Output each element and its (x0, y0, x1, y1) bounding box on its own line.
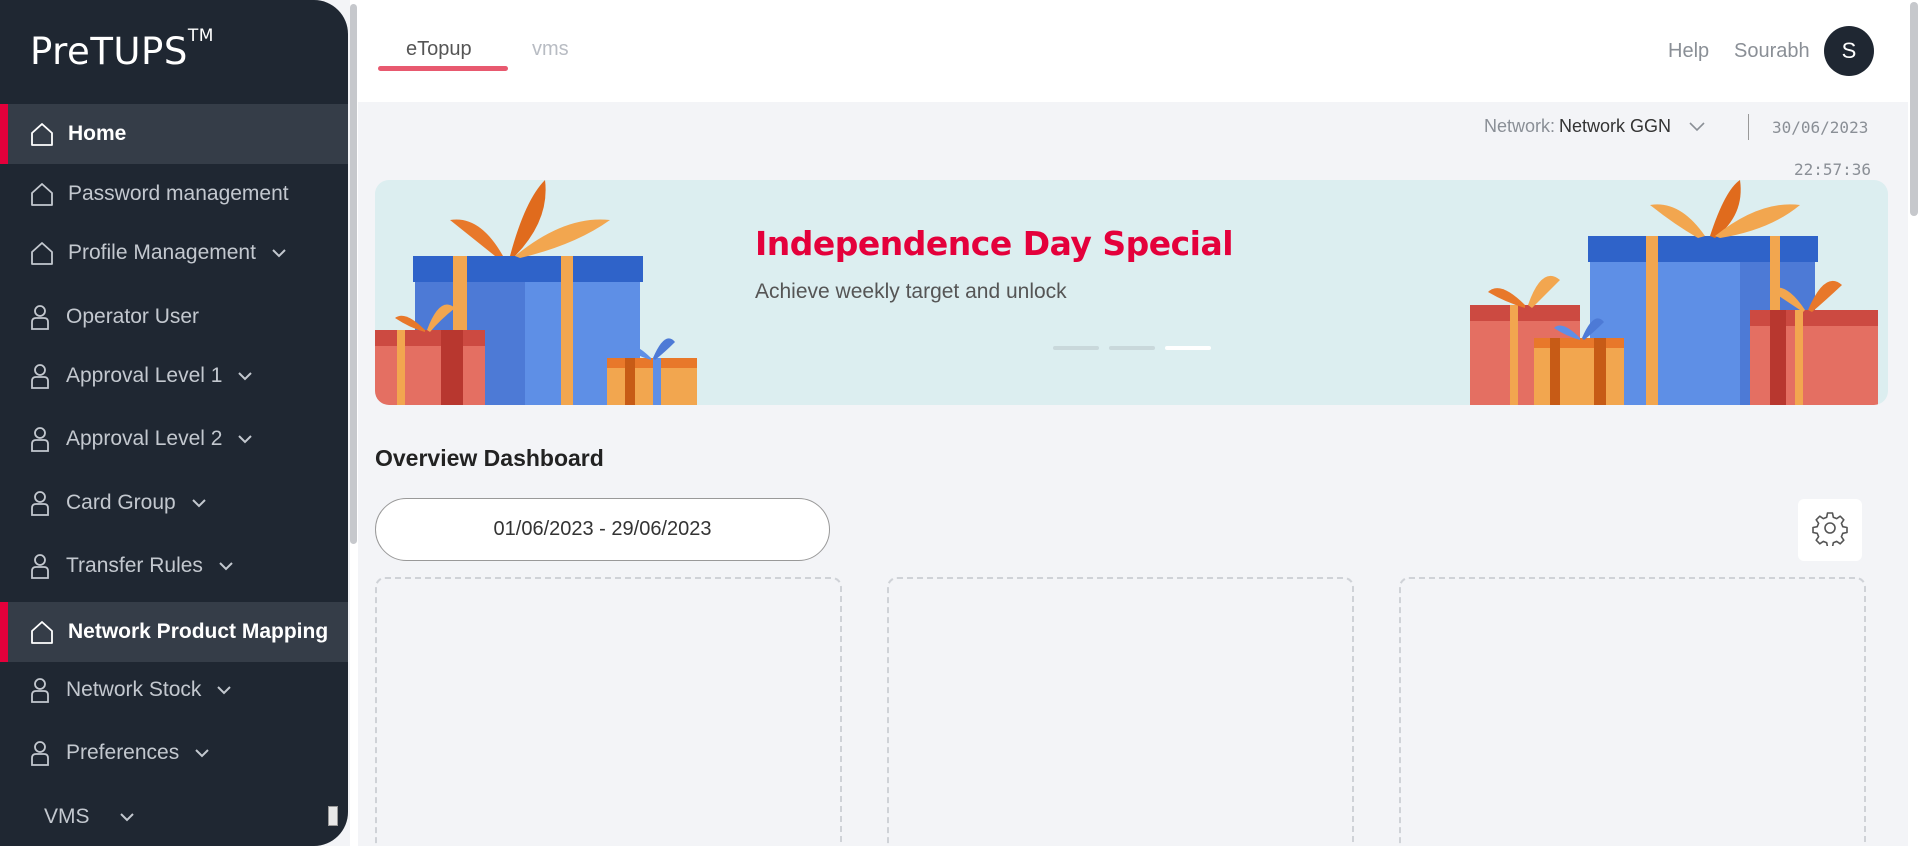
chevron-down-icon (219, 561, 233, 571)
sidebar-item-label: Password management (68, 182, 289, 205)
home-icon (28, 239, 56, 267)
tab-vms[interactable]: vms (532, 38, 569, 61)
network-label: Network: (1484, 116, 1556, 136)
user-icon (26, 676, 54, 704)
app-logo: PreTUPSTM (30, 26, 214, 73)
sidebar-item-operator-user[interactable]: Operator User (0, 287, 348, 347)
avatar[interactable]: S (1824, 26, 1874, 76)
network-value: Network GGN (1559, 116, 1672, 136)
sidebar-item-password-management[interactable]: Password management (0, 164, 348, 224)
help-link[interactable]: Help (1668, 40, 1709, 63)
current-date: 30/06/2023 (1772, 118, 1869, 137)
date-range-picker[interactable]: 01/06/2023 - 29/06/2023 (375, 498, 830, 561)
sidebar-item-approval-level-1[interactable]: Approval Level 1 (0, 346, 348, 406)
sidebar-item-vms[interactable]: VMS (0, 787, 348, 846)
sidebar-item-label: VMS (44, 805, 90, 828)
network-selector[interactable]: Network: Network GGN (1484, 116, 1705, 137)
sidebar-scrollbar-thumb[interactable] (350, 4, 357, 544)
username: Sourabh (1734, 40, 1810, 62)
gear-icon (1812, 510, 1848, 551)
chevron-down-icon (217, 685, 232, 695)
sidebar-item-network-stock[interactable]: Network Stock (0, 660, 348, 720)
chevron-down-icon (1689, 121, 1705, 132)
settings-button[interactable] (1798, 499, 1862, 561)
page-scrollbar-thumb[interactable] (1910, 2, 1918, 216)
chevron-down-icon (119, 812, 134, 822)
sidebar-item-label: Transfer Rules (66, 554, 203, 577)
sidebar-item-label: Card Group (66, 491, 176, 514)
dashboard-widget-placeholder (375, 577, 842, 846)
tab-etopup[interactable]: eTopup (406, 38, 472, 61)
dashboard-widget-placeholder (1399, 577, 1866, 846)
sidebar-item-approval-level-2[interactable]: Approval Level 2 (0, 409, 348, 469)
user-icon (26, 425, 54, 453)
active-tab-indicator (378, 66, 508, 71)
chevron-down-icon (192, 498, 206, 508)
carousel-dot-active[interactable] (1165, 346, 1211, 350)
sidebar-item-card-group[interactable]: Card Group (0, 473, 348, 533)
top-header: eTopup vms Help Sourabh S (358, 0, 1908, 102)
home-icon (28, 180, 56, 208)
user-icon (26, 489, 54, 517)
page-title: Overview Dashboard (375, 445, 604, 471)
home-icon (28, 120, 56, 148)
user-icon (26, 303, 54, 331)
banner-title: Independence Day Special (755, 224, 1234, 263)
home-icon (28, 618, 56, 646)
app-name: PreTUPS (30, 30, 188, 73)
gift-boxes-illustration (375, 180, 697, 405)
sidebar-item-transfer-rules[interactable]: Transfer Rules (0, 536, 348, 596)
sidebar-item-home[interactable]: Home (0, 104, 348, 164)
sidebar-item-label: Network Product Mapping (68, 620, 329, 643)
user-icon (26, 552, 54, 580)
sidebar: PreTUPSTM Home Password management Profi… (0, 0, 348, 846)
sidebar-scroll-indicator (328, 806, 338, 826)
sidebar-item-label: Network Stock (66, 678, 202, 701)
sidebar-item-profile-management[interactable]: Profile Management (0, 223, 348, 283)
banner-subtitle: Achieve weekly target and unlock (755, 280, 1067, 303)
chevron-down-icon (272, 248, 286, 258)
trademark: TM (187, 25, 214, 46)
user-icon (26, 739, 54, 767)
promo-banner[interactable]: Independence Day Special Achieve weekly … (375, 180, 1888, 405)
sidebar-item-label: Operator User (66, 305, 200, 328)
sidebar-item-label: Home (68, 122, 127, 145)
sidebar-item-network-product-mapping[interactable]: Network Product Mapping (0, 602, 348, 662)
carousel-dot[interactable] (1053, 346, 1099, 350)
chevron-down-icon (238, 434, 253, 444)
sidebar-item-preferences[interactable]: Preferences (0, 723, 348, 783)
sidebar-item-label: Preferences (66, 741, 180, 764)
gift-boxes-illustration (1470, 180, 1878, 405)
chevron-down-icon (195, 748, 209, 758)
header-divider (1748, 114, 1749, 140)
carousel-indicators (1053, 346, 1211, 350)
carousel-dot[interactable] (1109, 346, 1155, 350)
sidebar-item-label: Approval Level 1 (66, 364, 223, 387)
current-time: 22:57:36 (1794, 160, 1872, 179)
user-icon (26, 362, 54, 390)
sidebar-item-label: Profile Management (68, 241, 256, 264)
sidebar-item-label: Approval Level 2 (66, 427, 223, 450)
dashboard-widget-placeholder (887, 577, 1354, 846)
chevron-down-icon (238, 371, 253, 381)
